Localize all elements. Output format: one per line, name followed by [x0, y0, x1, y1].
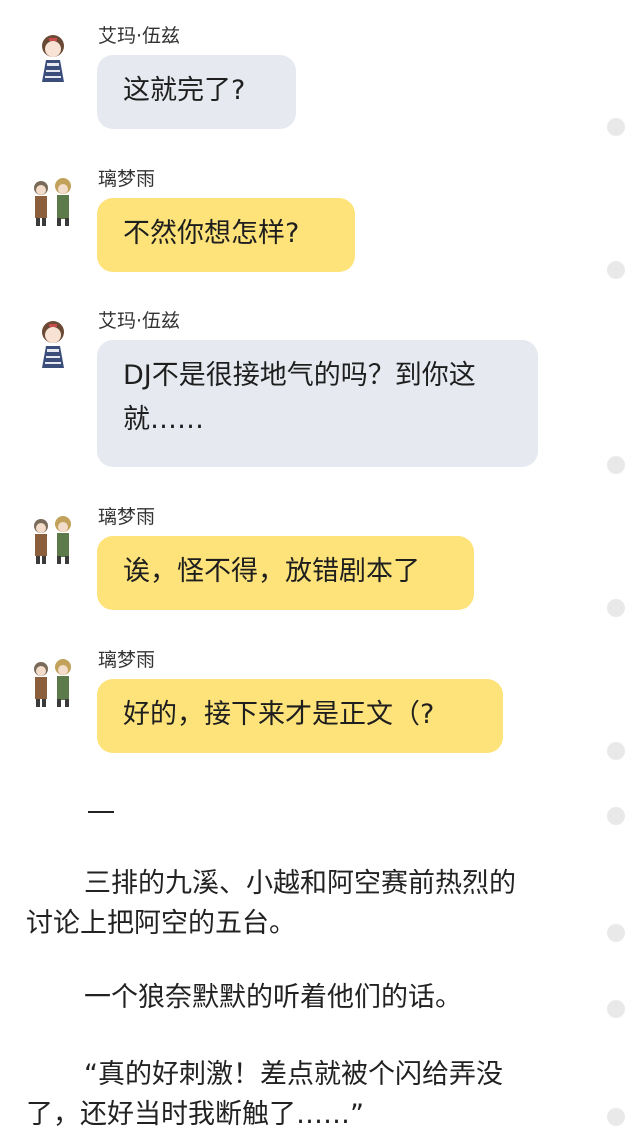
girl-avatar-icon[interactable] [26, 30, 80, 84]
story-line: “真的好刺激！差点就被个闪给弄没 [84, 1059, 503, 1090]
story-line: 讨论上把阿空的五台。 [26, 908, 296, 939]
group-avatar-icon[interactable] [26, 174, 80, 228]
message-bubble[interactable]: 这就完了? [97, 55, 296, 129]
message-bubble[interactable]: 不然你想怎样? [97, 198, 355, 272]
story-paragraph: “真的好刺激！差点就被个闪给弄没 了，还好当时我断触了……” [26, 1055, 586, 1135]
story-line: 了，还好当时我断触了……” [26, 1099, 364, 1130]
section-dash [88, 811, 114, 813]
sender-name: 璃梦雨 [98, 506, 156, 528]
story-line: 一个狼奈默默的听着他们的话。 [84, 982, 462, 1013]
comment-dot[interactable] [607, 599, 625, 617]
comment-dot[interactable] [607, 807, 625, 825]
comment-dot[interactable] [607, 456, 625, 474]
chat-page: 艾玛·伍兹 这就完了? 璃梦雨 不然你想怎样? 艾玛·伍兹 DJ不是很接地气的吗… [0, 0, 640, 1139]
comment-dot[interactable] [607, 1108, 625, 1126]
group-avatar-icon[interactable] [26, 512, 80, 566]
sender-name: 璃梦雨 [98, 168, 156, 190]
message-bubble[interactable]: 好的，接下来才是正文（? [97, 679, 503, 753]
group-avatar-icon[interactable] [26, 655, 80, 709]
comment-dot[interactable] [607, 924, 625, 942]
comment-dot[interactable] [607, 118, 625, 136]
comment-dot[interactable] [607, 742, 625, 760]
comment-dot[interactable] [607, 261, 625, 279]
story-line: 三排的九溪、小越和阿空赛前热烈的 [84, 868, 516, 899]
comment-dot[interactable] [607, 1000, 625, 1018]
girl-avatar-icon[interactable] [26, 316, 80, 370]
message-bubble[interactable]: DJ不是很接地气的吗？到你这 就…… [97, 340, 538, 467]
story-paragraph: 三排的九溪、小越和阿空赛前热烈的 讨论上把阿空的五台。 [26, 864, 586, 944]
message-bubble[interactable]: 诶，怪不得，放错剧本了 [97, 536, 474, 610]
story-paragraph: 一个狼奈默默的听着他们的话。 [26, 978, 586, 1018]
sender-name: 璃梦雨 [98, 649, 156, 671]
sender-name: 艾玛·伍兹 [98, 310, 181, 332]
sender-name: 艾玛·伍兹 [98, 25, 181, 47]
